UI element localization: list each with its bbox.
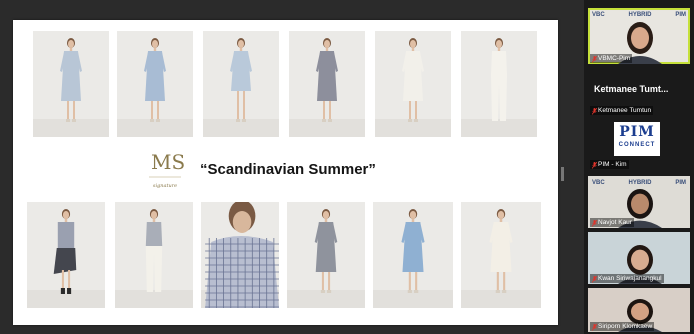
- muted-mic-icon: [592, 55, 597, 63]
- participant-name-label: Navjot Kaur: [590, 218, 634, 227]
- participant-name-label: Siriporn Klomkaew: [590, 322, 655, 331]
- photo-checked-top-closeup: [201, 202, 279, 308]
- photo-blue-asymmetric-dress: [117, 31, 193, 137]
- participant-name: Ketmanee Tumtun: [598, 107, 652, 114]
- participant-tile[interactable]: Ketmanee Tumt... Ketmanee Tumtun: [588, 78, 690, 116]
- pim-connect-logo: PIM CONNECT: [614, 122, 660, 156]
- event-logo: VBC: [592, 180, 605, 186]
- screen-share-area: MS signature “Scandinavian Summer”: [0, 0, 584, 334]
- pim-logo-text: PIM: [619, 124, 655, 140]
- participant-name-label: VBMC-Pim: [590, 54, 633, 63]
- event-logo: VBC: [592, 12, 605, 18]
- logo-letter-m: MS: [151, 150, 185, 174]
- bottom-photo-row: [13, 202, 558, 308]
- event-logos: VBC HYBRID PIM: [592, 178, 686, 188]
- photo-grey-top-skirt: [27, 202, 105, 308]
- brand-heading: MS signature “Scandinavian Summer”: [143, 147, 443, 195]
- participant-tile[interactable]: Kwan Siriwajanangkul: [588, 232, 690, 284]
- participant-name: VBMC-Pim: [598, 55, 631, 62]
- photo-light-blue-dress: [33, 31, 109, 137]
- participant-tile[interactable]: PIM CONNECT PIM - Kim: [588, 120, 690, 170]
- participant-tile[interactable]: VBC HYBRID PIM Navjot Kaur: [588, 176, 690, 228]
- participant-gallery: VBC HYBRID PIM VBMC-Pim Ketmanee Tumt... Ketm…: [584, 0, 694, 334]
- participant-name-label: PIM - Kim: [590, 160, 629, 169]
- photo-white-sleeveless-dress: [375, 31, 451, 137]
- participant-name: Siriporn Klomkaew: [598, 323, 653, 330]
- photo-grey-gingham-dress: [289, 31, 365, 137]
- event-logo: PIM: [675, 12, 686, 18]
- photo-blue-patchwork-dress: [373, 202, 453, 308]
- top-photo-row: [13, 31, 558, 137]
- share-scroll-handle[interactable]: [561, 167, 564, 181]
- participant-name-label: Ketmanee Tumtun: [590, 106, 654, 115]
- photo-white-jumpsuit: [461, 31, 537, 137]
- collection-title: “Scandinavian Summer”: [200, 161, 376, 178]
- participant-name: Navjot Kaur: [598, 219, 632, 226]
- event-logo: PIM: [675, 180, 686, 186]
- event-logos: VBC HYBRID PIM: [592, 10, 686, 20]
- participant-name: Kwan Siriwajanangkul: [598, 275, 662, 282]
- photo-white-slip-dress: [461, 202, 541, 308]
- photo-blue-wrap-dress: [203, 31, 279, 137]
- participant-display-name: Ketmanee Tumt...: [594, 84, 669, 94]
- participant-name-label: Kwan Siriwajanangkul: [590, 274, 664, 283]
- photo-grey-top-white-pants: [115, 202, 193, 308]
- muted-mic-icon: [592, 323, 597, 331]
- ms-signature-logo: MS signature: [143, 147, 187, 195]
- presentation-slide: MS signature “Scandinavian Summer”: [13, 20, 558, 325]
- participant-name: PIM - Kim: [598, 161, 627, 168]
- muted-mic-icon: [592, 219, 597, 227]
- pim-logo-subtext: CONNECT: [618, 142, 656, 148]
- participant-tile[interactable]: Siriporn Klomkaew: [588, 288, 690, 332]
- muted-mic-icon: [592, 107, 597, 115]
- event-logo: HYBRID: [628, 180, 652, 186]
- participant-tile[interactable]: VBC HYBRID PIM VBMC-Pim: [588, 8, 690, 64]
- muted-mic-icon: [592, 275, 597, 283]
- logo-subtitle: signature: [152, 183, 178, 189]
- muted-mic-icon: [592, 161, 597, 169]
- event-logo: HYBRID: [628, 12, 652, 18]
- photo-grey-beige-dress: [287, 202, 365, 308]
